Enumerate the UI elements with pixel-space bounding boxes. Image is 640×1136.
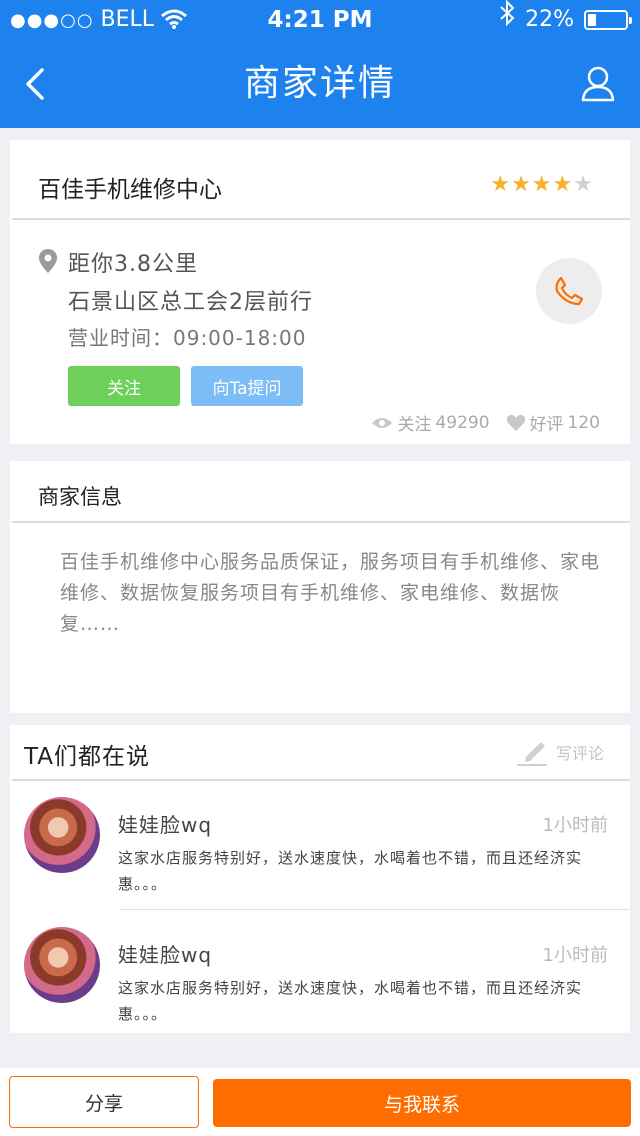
good-review-count: 120 [567,412,600,433]
comment-time: 1小时前 [542,815,608,836]
star-empty-icon: ★ [573,172,594,197]
star-icon: ★ [552,172,574,197]
status-right: 22% [499,0,632,40]
divider [12,521,630,523]
call-button[interactable] [536,258,602,324]
divider [12,779,630,781]
avatar [24,797,100,873]
shop-hours: 营业时间：09:00-18:00 [68,326,307,350]
shop-name: 百佳手机维修中心 [38,177,222,203]
status-bar: ●●●○○ BELL 4:21 PM 22% [0,0,640,40]
top-bar: ●●●○○ BELL 4:21 PM 22% 商家详情 [0,0,640,128]
ask-question-button[interactable]: 向Ta提问 [191,366,303,406]
rating-stars: ★★★★★ [490,172,594,197]
location-pin-icon [39,249,57,273]
comments-title: TA们都在说 [24,744,150,770]
shop-info-card: 商家信息 百佳手机维修中心服务品质保证，服务项目有手机维修、家电维修、数据恢复服… [10,461,630,713]
shop-stats: 关注 49290 好评 120 [371,410,600,435]
comment-user: 娃娃脸wq [118,813,213,837]
follow-stat: 关注 49290 [371,410,490,435]
phone-icon [555,276,584,306]
star-icon: ★ [511,172,532,197]
follow-stat-label: 关注 [397,415,432,435]
divider [12,218,630,220]
pencil-icon [516,742,547,766]
good-review-stat: 好评 120 [506,410,600,435]
battery-fill [588,14,596,26]
comment-user: 娃娃脸wq [118,943,213,967]
heart-icon [506,414,525,431]
page-title: 商家详情 [243,63,396,104]
user-icon [581,66,615,102]
shop-card: 百佳手机维修中心 ★★★★★ 距你3.8公里 石景山区总工会2层前行 营业时间：… [10,140,630,444]
contact-button[interactable]: 与我联系 [213,1079,631,1127]
comment-time: 1小时前 [542,945,608,966]
shop-distance: 距你3.8公里 [68,252,198,277]
divider [120,909,630,910]
share-button[interactable]: 分享 [9,1076,199,1128]
avatar [24,927,100,1003]
bluetooth-icon [499,0,515,40]
follow-count: 49290 [435,412,490,433]
user-button[interactable] [578,62,618,106]
comment-text: 这家水店服务特别好，送水速度快，水喝着也不错，而且还经济实惠。。。 [118,849,583,893]
battery-icon [584,10,632,30]
comments-card: TA们都在说 写评论 娃娃脸wq 1小时前 这家水店服务特别好，送水速度快，水喝… [10,725,630,1033]
follow-button[interactable]: 关注 [68,366,180,406]
shop-address: 石景山区总工会2层前行 [68,290,313,315]
comment-text: 这家水店服务特别好，送水速度快，水喝着也不错，而且还经济实惠。。。 [118,979,583,1023]
good-review-label: 好评 [529,415,564,435]
shop-info-title: 商家信息 [38,485,122,509]
battery-percent: 22% [525,7,574,32]
comment-item: 娃娃脸wq 1小时前 这家水店服务特别好，送水速度快，水喝着也不错，而且还经济实… [10,927,630,1053]
write-comment-label: 写评论 [555,744,604,763]
eye-icon [372,417,393,428]
comment-item: 娃娃脸wq 1小时前 这家水店服务特别好，送水速度快，水喝着也不错，而且还经济实… [10,797,630,923]
write-comment-button[interactable]: 写评论 [516,737,604,767]
star-icon: ★ [531,172,553,197]
shop-info-text: 百佳手机维修中心服务品质保证，服务项目有手机维修、家电维修、数据恢复服务项目有手… [60,551,601,635]
star-icon: ★ [490,172,512,197]
bottom-action-bar: 分享 与我联系 [0,1068,640,1136]
